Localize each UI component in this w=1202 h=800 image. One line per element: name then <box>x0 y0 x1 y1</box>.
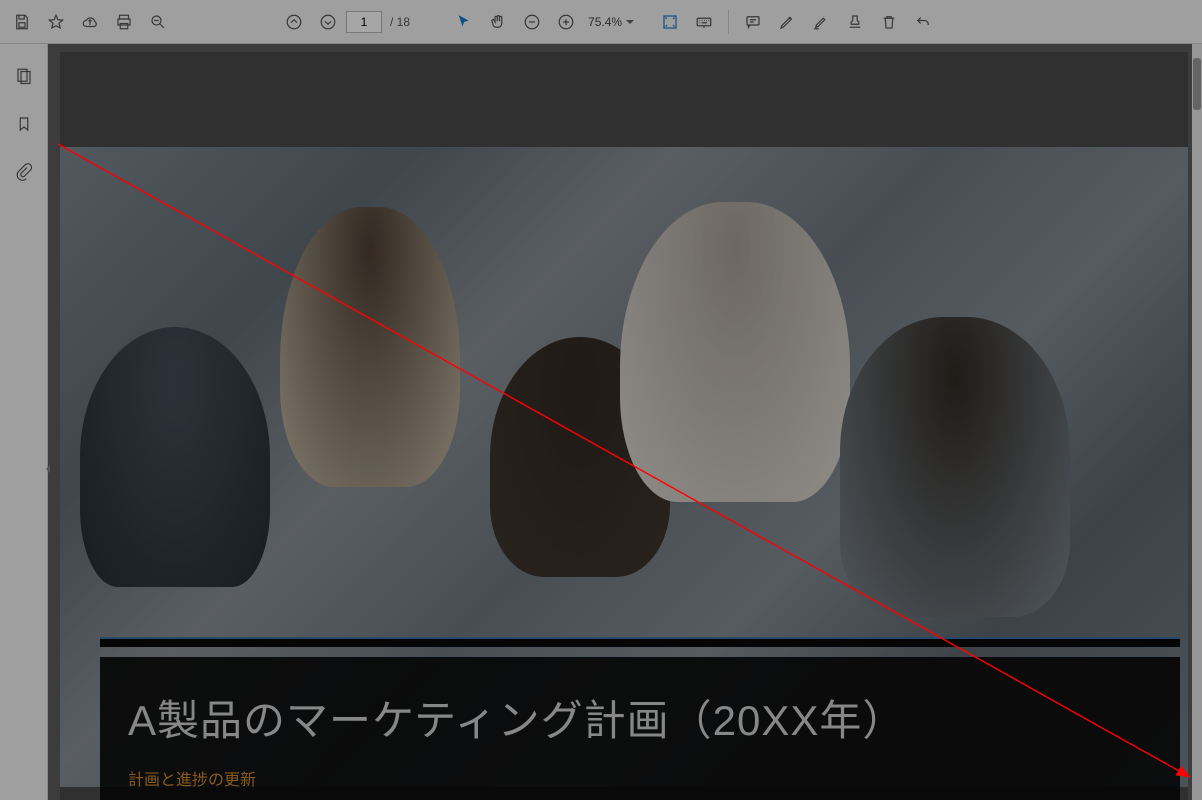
page-down-button[interactable] <box>312 6 344 38</box>
main-toolbar: / 18 75.4% <box>0 0 1202 44</box>
pdf-page: A製品のマーケティング計画（20XX年） 計画と進捗の更新 <box>60 52 1188 800</box>
slide-subtitle: 計画と進捗の更新 <box>128 766 1152 790</box>
print-button[interactable] <box>108 6 140 38</box>
save-button[interactable] <box>6 6 38 38</box>
figure-person <box>280 207 460 487</box>
cloud-upload-button[interactable] <box>74 6 106 38</box>
zoom-out-button[interactable] <box>516 6 548 38</box>
bookmarks-tab[interactable] <box>10 110 38 138</box>
fit-page-button[interactable] <box>654 6 686 38</box>
figure-person <box>80 327 270 587</box>
hand-tool-button[interactable] <box>482 6 514 38</box>
left-sidebar <box>0 44 48 800</box>
figure-person <box>620 202 850 502</box>
highlighter-tool-button[interactable] <box>805 6 837 38</box>
star-button[interactable] <box>40 6 72 38</box>
select-tool-button[interactable] <box>448 6 480 38</box>
pen-tool-button[interactable] <box>771 6 803 38</box>
attachments-tab[interactable] <box>10 158 38 186</box>
sidebar-collapse-handle[interactable] <box>44 460 52 478</box>
toolbar-separator <box>728 10 729 34</box>
title-panel: A製品のマーケティング計画（20XX年） 計画と進捗の更新 <box>100 657 1180 800</box>
zoom-level-dropdown[interactable]: 75.4% <box>584 13 636 31</box>
stamp-tool-button[interactable] <box>839 6 871 38</box>
figure-person <box>840 317 1070 617</box>
scrollbar-thumb[interactable] <box>1193 58 1201 110</box>
title-accent-bar <box>100 637 1180 647</box>
comment-button[interactable] <box>737 6 769 38</box>
document-viewport[interactable]: A製品のマーケティング計画（20XX年） 計画と進捗の更新 <box>48 44 1192 800</box>
undo-button[interactable] <box>907 6 939 38</box>
thumbnails-tab[interactable] <box>10 62 38 90</box>
delete-button[interactable] <box>873 6 905 38</box>
zoom-in-button[interactable] <box>550 6 582 38</box>
page-up-button[interactable] <box>278 6 310 38</box>
keyboard-button[interactable] <box>688 6 720 38</box>
hero-image: A製品のマーケティング計画（20XX年） 計画と進捗の更新 <box>60 147 1188 787</box>
vertical-scrollbar[interactable] <box>1192 44 1202 800</box>
page-number-input[interactable] <box>346 11 382 33</box>
page-total-label: / 18 <box>390 15 410 29</box>
search-button[interactable] <box>142 6 174 38</box>
slide-title: A製品のマーケティング計画（20XX年） <box>128 687 1152 748</box>
